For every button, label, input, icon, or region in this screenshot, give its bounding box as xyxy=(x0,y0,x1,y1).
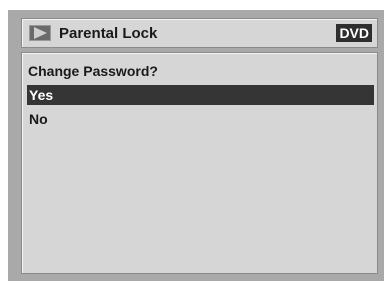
option-no[interactable]: No xyxy=(27,109,374,129)
menu-header: Parental Lock DVD xyxy=(21,18,378,48)
dialog-panel: Change Password? Yes No xyxy=(21,52,378,274)
dialog-question: Change Password? xyxy=(28,63,158,79)
osd-screen: Parental Lock DVD Change Password? Yes N… xyxy=(8,10,384,281)
disc-type-badge: DVD xyxy=(336,24,372,42)
menu-title: Parental Lock xyxy=(59,25,158,42)
play-icon xyxy=(29,25,51,41)
option-yes[interactable]: Yes xyxy=(27,85,374,105)
